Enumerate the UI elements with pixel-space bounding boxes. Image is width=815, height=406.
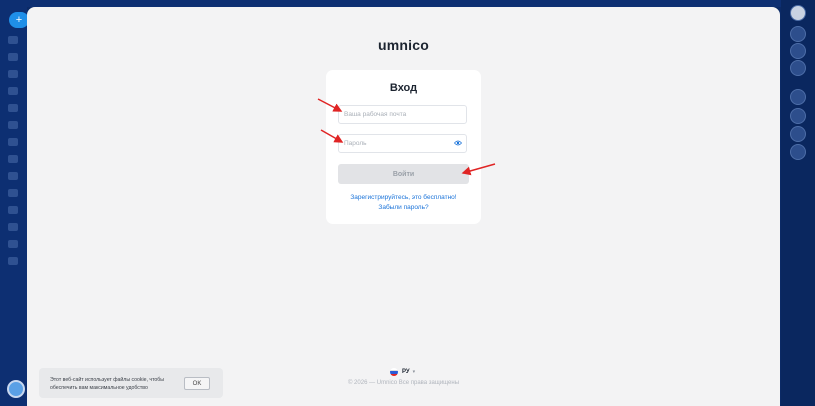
profile-icon[interactable] bbox=[790, 5, 806, 21]
chevron-down-icon: ▾ bbox=[412, 369, 416, 375]
toolbar-icon[interactable] bbox=[790, 60, 806, 76]
login-card: Вход Войти Зарегистрируйтесь, это беспла… bbox=[326, 70, 481, 224]
toolbar-icon[interactable] bbox=[790, 89, 806, 105]
language-selector[interactable]: РУ ▾ bbox=[390, 368, 415, 376]
sidebar-item[interactable] bbox=[8, 257, 18, 265]
app-topbar bbox=[27, 0, 815, 7]
sidebar-item[interactable] bbox=[8, 104, 18, 112]
umnico-logo: umnico bbox=[378, 37, 429, 53]
email-input[interactable] bbox=[338, 105, 467, 124]
right-toolbar bbox=[781, 0, 815, 406]
toolbar-icon[interactable] bbox=[790, 126, 806, 142]
sidebar-item[interactable] bbox=[8, 240, 18, 248]
avatar-icon[interactable] bbox=[7, 380, 25, 398]
toolbar-icon[interactable] bbox=[790, 108, 806, 124]
password-input[interactable] bbox=[338, 134, 467, 153]
russia-flag-icon bbox=[390, 368, 398, 376]
cookie-text: Этот веб-сайт использует файлы cookie, ч… bbox=[50, 377, 164, 391]
login-title: Вход bbox=[389, 82, 418, 94]
app-sidebar: + bbox=[0, 0, 29, 406]
cookie-banner: Этот веб-сайт использует файлы cookie, ч… bbox=[39, 368, 223, 398]
bell-icon[interactable] bbox=[790, 26, 806, 42]
sidebar-item[interactable] bbox=[8, 138, 18, 146]
eye-icon[interactable] bbox=[454, 140, 462, 146]
sidebar-item[interactable] bbox=[8, 172, 18, 180]
toolbar-icon[interactable] bbox=[790, 144, 806, 160]
sidebar-item[interactable] bbox=[8, 189, 18, 197]
sidebar-item[interactable] bbox=[8, 206, 18, 214]
sidebar-item[interactable] bbox=[8, 70, 18, 78]
toolbar-icon[interactable] bbox=[790, 43, 806, 59]
login-button[interactable]: Войти bbox=[338, 164, 469, 184]
register-link[interactable]: Зарегистрируйтесь, это бесплатно! bbox=[326, 194, 481, 201]
add-button[interactable]: + bbox=[9, 12, 29, 28]
sidebar-item[interactable] bbox=[8, 53, 18, 61]
login-modal: umnico Вход Войти Зарегистрируйтесь, это… bbox=[27, 7, 780, 406]
sidebar-item[interactable] bbox=[8, 36, 18, 44]
sidebar-item[interactable] bbox=[8, 223, 18, 231]
forgot-password-link[interactable]: Забыли пароль? bbox=[326, 204, 481, 211]
sidebar-item[interactable] bbox=[8, 121, 18, 129]
sidebar-item[interactable] bbox=[8, 155, 18, 163]
sidebar-item[interactable] bbox=[8, 87, 18, 95]
language-label: РУ bbox=[402, 369, 410, 375]
cookie-ok-button[interactable]: OK bbox=[184, 377, 210, 390]
